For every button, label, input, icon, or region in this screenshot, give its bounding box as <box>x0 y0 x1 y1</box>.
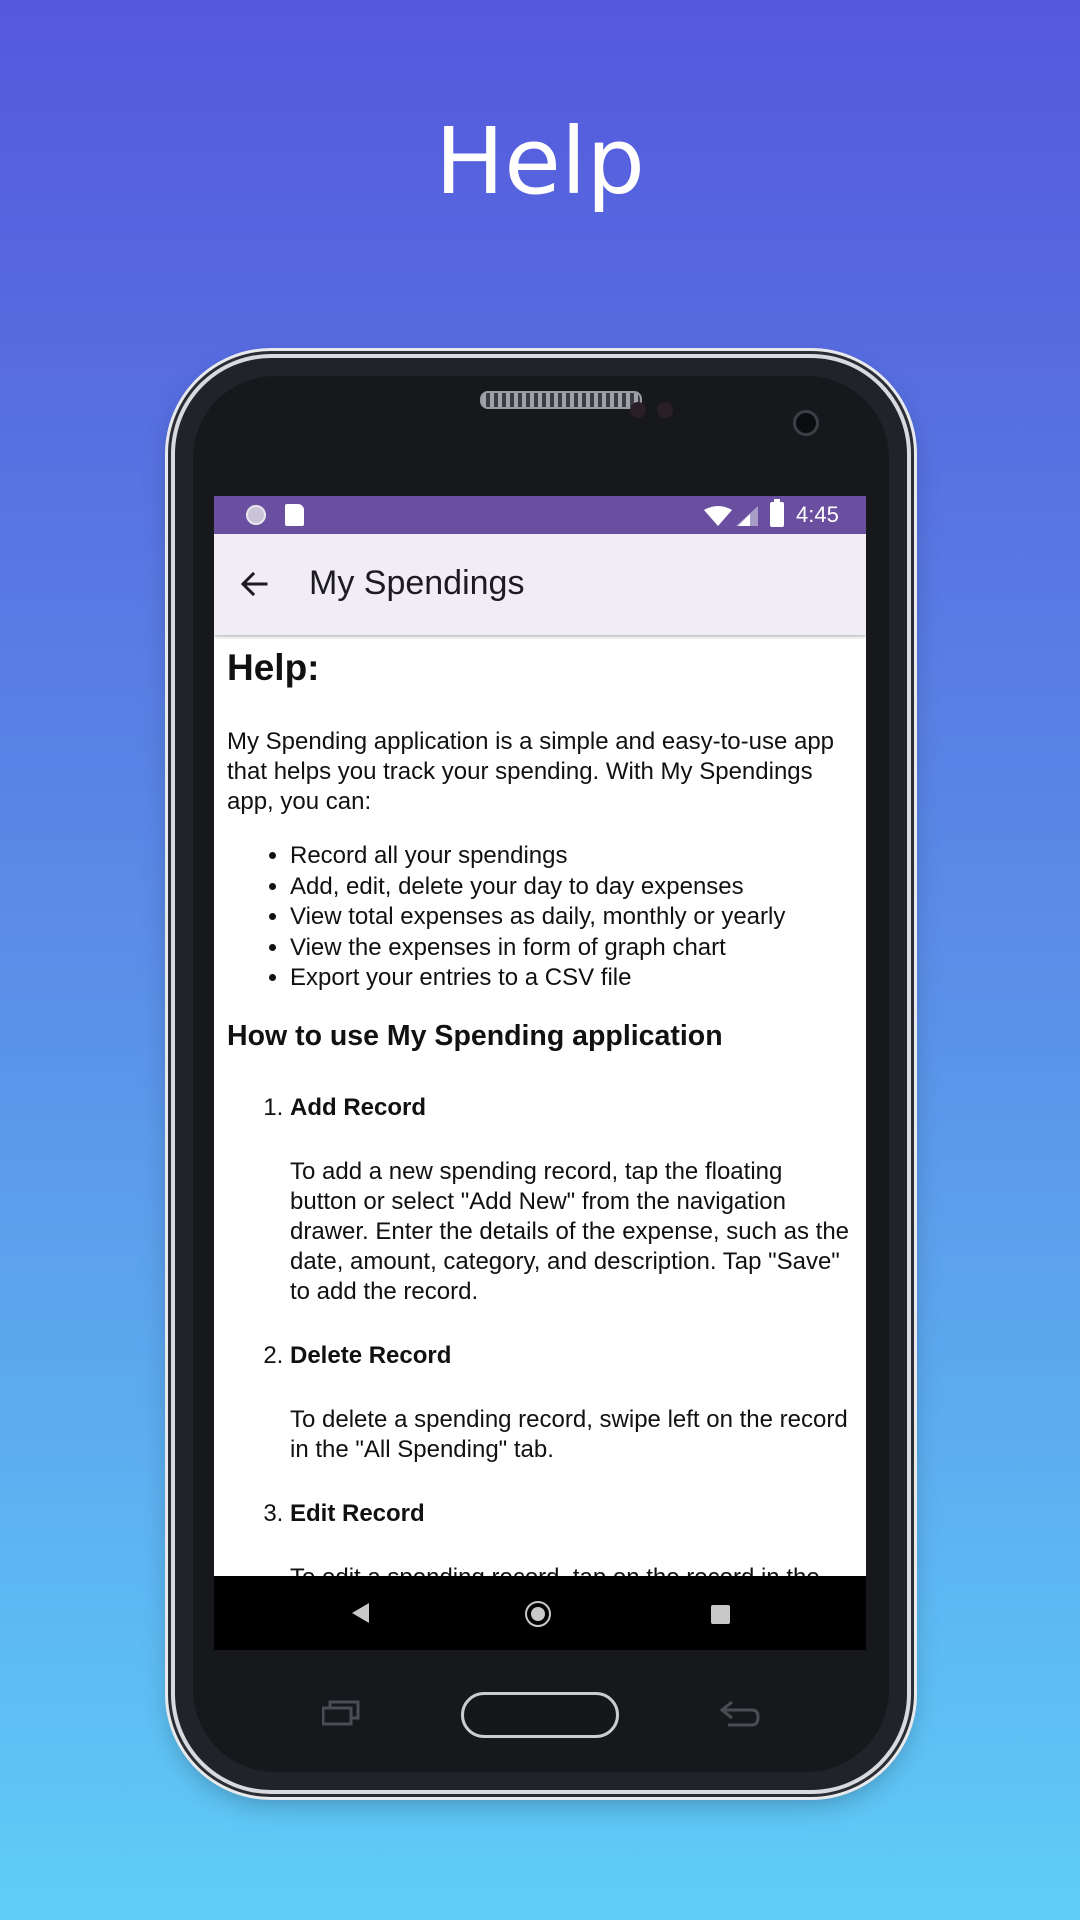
status-time: 4:45 <box>796 502 839 527</box>
step-description: To add a new spending record, tap the fl… <box>290 1157 850 1305</box>
list-item: Record all your spendings <box>290 841 853 872</box>
wifi-icon <box>704 506 732 526</box>
status-bar: 4:45 <box>214 496 866 534</box>
list-item: View the expenses in form of graph chart <box>290 933 853 964</box>
system-nav-bar <box>214 1576 866 1650</box>
step-title: Add Record <box>290 1093 427 1121</box>
sd-card-icon <box>285 504 304 526</box>
step-item: Delete Record To delete a spending recor… <box>290 1341 853 1465</box>
step-item: Add Record To add a new spending record,… <box>290 1093 853 1307</box>
list-item: Export your entries to a CSV file <box>290 963 853 994</box>
light-sensor <box>657 402 673 418</box>
help-content[interactable]: Help: My Spending application is a simpl… <box>214 635 866 1593</box>
proximity-sensor <box>630 402 646 418</box>
phone-power-button <box>906 720 914 830</box>
earpiece-speaker <box>480 391 642 409</box>
step-title: Delete Record <box>290 1341 452 1369</box>
nav-home-icon[interactable] <box>525 1601 551 1627</box>
help-intro: My Spending application is a simple and … <box>227 728 835 815</box>
steps-list: Add Record To add a new spending record,… <box>227 1093 853 1593</box>
signal-icon <box>736 506 758 526</box>
phone-screen: 4:45 My Spendings Help: My Spending appl… <box>214 496 866 1650</box>
help-heading: Help: <box>227 647 320 688</box>
notification-dot-icon <box>246 505 266 525</box>
promo-title: Help <box>435 108 645 215</box>
feature-list: Record all your spendings Add, edit, del… <box>227 841 853 994</box>
nav-back-icon[interactable] <box>352 1603 369 1623</box>
step-title: Edit Record <box>290 1499 425 1527</box>
battery-icon <box>770 499 784 527</box>
front-camera <box>793 410 819 436</box>
nav-recents-icon[interactable] <box>711 1605 730 1624</box>
list-item: Add, edit, delete your day to day expens… <box>290 872 853 903</box>
howto-heading: How to use My Spending application <box>227 1019 723 1052</box>
list-item: View total expenses as daily, monthly or… <box>290 902 853 933</box>
arrow-back-icon[interactable] <box>238 568 270 600</box>
step-description: To delete a spending record, swipe left … <box>290 1405 848 1463</box>
app-bar: My Spendings <box>214 534 866 635</box>
capacitive-recents-icon <box>322 1700 360 1726</box>
capacitive-back-icon <box>719 1700 760 1727</box>
hardware-home-button <box>461 1692 619 1738</box>
app-bar-title: My Spendings <box>309 564 525 602</box>
